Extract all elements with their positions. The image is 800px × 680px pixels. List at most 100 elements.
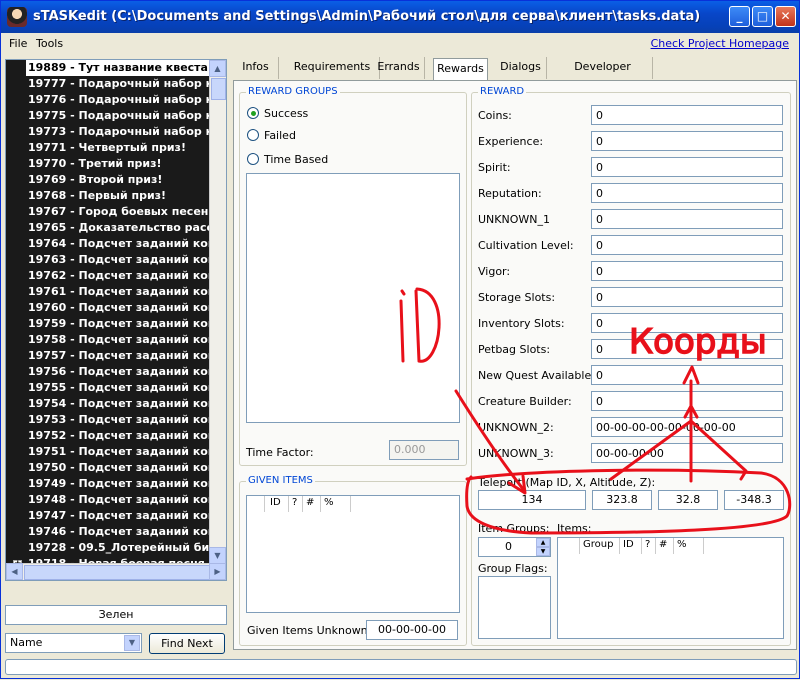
quest-list-vscroll[interactable]: ▲ ▼ xyxy=(209,60,226,564)
radio-time-based[interactable]: Time Based xyxy=(247,153,328,166)
hscroll-thumb[interactable] xyxy=(24,565,210,580)
time-factor-input[interactable]: 0.000 xyxy=(389,440,459,460)
search-input[interactable]: Зелен xyxy=(5,605,227,625)
quest-item[interactable]: 19759 - Подсчет заданий конк xyxy=(6,316,226,332)
group-flags-list[interactable] xyxy=(478,576,551,639)
quest-item[interactable]: 19747 - Подсчет заданий конк xyxy=(6,508,226,524)
quest-item[interactable]: 19752 - Подсчет заданий конк xyxy=(6,428,226,444)
reward-field-input[interactable]: 0 xyxy=(591,209,783,229)
quest-item[interactable]: 19769 - Второй приз! xyxy=(6,172,226,188)
reward-field-input[interactable]: 00-00-00-00-00-00-00-00 xyxy=(591,417,783,437)
quest-item[interactable]: 19770 - Третий приз! xyxy=(6,156,226,172)
quest-item[interactable]: 19760 - Подсчет заданий конк xyxy=(6,300,226,316)
quest-item[interactable]: 19764 - Подсчет заданий конк xyxy=(6,236,226,252)
close-button[interactable]: ✕ xyxy=(775,6,796,27)
reward-field-input[interactable]: 0 xyxy=(591,365,783,385)
reward-field-input[interactable]: 0 xyxy=(591,261,783,281)
radio-icon xyxy=(247,129,259,141)
minimize-button[interactable]: _ xyxy=(729,6,750,27)
find-next-button[interactable]: Find Next xyxy=(149,633,225,654)
quest-item[interactable]: 19765 - Доказательство расст xyxy=(6,220,226,236)
reward-field-input[interactable]: 0 xyxy=(591,287,783,307)
reward-field-input[interactable]: 0 xyxy=(591,157,783,177)
quest-item-label: 19757 - Подсчет заданий конк xyxy=(28,349,223,362)
quest-item[interactable]: 19749 - Подсчет заданий конк xyxy=(6,476,226,492)
reward-field-input[interactable]: 00-00-00-00 xyxy=(591,443,783,463)
search-mode-select[interactable]: Name ▼ xyxy=(5,633,142,653)
quest-item[interactable]: 19755 - Подсчет заданий конк xyxy=(6,380,226,396)
quest-item[interactable]: 19775 - Подарочный набор ка xyxy=(6,108,226,124)
reward-field-input[interactable]: 0 xyxy=(591,105,783,125)
items-col-header[interactable]: ID xyxy=(620,538,642,554)
teleport-z-input[interactable]: -348.3 xyxy=(724,490,784,510)
scroll-thumb[interactable] xyxy=(211,78,226,100)
items-col-header[interactable]: % xyxy=(674,538,704,554)
homepage-link[interactable]: Check Project Homepage xyxy=(651,37,789,50)
reward-field-input[interactable]: 0 xyxy=(591,235,783,255)
quest-item[interactable]: 19748 - Подсчет заданий конк xyxy=(6,492,226,508)
given-items-col-header[interactable]: ? xyxy=(289,496,303,512)
items-col-header[interactable]: ? xyxy=(642,538,656,554)
quest-item[interactable]: 19754 - Подсчет заданий конк xyxy=(6,396,226,412)
items-table[interactable]: Group ID? #% xyxy=(557,537,784,639)
reward-label: REWARD xyxy=(478,86,527,97)
quest-item[interactable]: 19728 - 09.5_Лотерейный били xyxy=(6,540,226,556)
quest-item[interactable]: 19761 - Подсчет заданий конк xyxy=(6,284,226,300)
quest-item[interactable]: 19763 - Подсчет заданий конк xyxy=(6,252,226,268)
menu-tools[interactable]: Tools xyxy=(36,37,63,50)
quest-item[interactable]: 19776 - Подарочный набор ка xyxy=(6,92,226,108)
teleport-map-id-input[interactable]: 134 xyxy=(478,490,586,510)
items-col-header[interactable]: # xyxy=(656,538,674,554)
tab-developer-section[interactable]: Developer Section xyxy=(553,57,653,93)
scroll-down-icon[interactable]: ▼ xyxy=(209,547,226,564)
scroll-right-icon[interactable]: ▶ xyxy=(209,563,226,580)
tab-rewards[interactable]: Rewards xyxy=(433,58,488,82)
quest-item[interactable]: 19771 - Четвертый приз! xyxy=(6,140,226,156)
chevron-down-icon[interactable]: ▼ xyxy=(124,635,140,651)
reward-field-input[interactable]: 0 xyxy=(591,391,783,411)
scroll-left-icon[interactable]: ◀ xyxy=(6,563,23,580)
tab-dialogs[interactable]: Dialogs xyxy=(495,57,547,79)
tab-errands[interactable]: Errands xyxy=(373,57,425,79)
reward-field-input[interactable]: 0 xyxy=(591,183,783,203)
items-col-header[interactable]: Group xyxy=(580,538,620,554)
quest-item[interactable]: 19746 - Подсчет заданий конк xyxy=(6,524,226,540)
quest-item[interactable]: 19777 - Подарочный набор ка xyxy=(6,76,226,92)
stepper-up-icon[interactable]: ▲ xyxy=(536,538,550,547)
quest-list[interactable]: 19889 - Тут название квеста 19777 - Подар… xyxy=(5,59,227,581)
quest-item[interactable]: 19889 - Тут название квеста xyxy=(26,60,226,76)
stepper-down-icon[interactable]: ▼ xyxy=(536,547,550,556)
quest-item[interactable]: 19756 - Подсчет заданий конк xyxy=(6,364,226,380)
menu-file[interactable]: File xyxy=(9,37,27,50)
quest-item[interactable]: 19768 - Первый приз! xyxy=(6,188,226,204)
scroll-up-icon[interactable]: ▲ xyxy=(209,60,226,77)
quest-list-hscroll[interactable]: ◀ ▶ xyxy=(6,563,226,580)
quest-item[interactable]: 19762 - Подсчет заданий конк xyxy=(6,268,226,284)
given-items-table[interactable]: ID? #% xyxy=(246,495,460,613)
quest-item-label: 19756 - Подсчет заданий конк xyxy=(28,365,223,378)
maximize-button[interactable]: □ xyxy=(752,6,773,27)
tab-requirements[interactable]: Requirements xyxy=(285,57,380,79)
reward-field-input[interactable]: 0 xyxy=(591,313,783,333)
quest-item[interactable]: 19758 - Подсчет заданий конк xyxy=(6,332,226,348)
teleport-altitude-input[interactable]: 32.8 xyxy=(658,490,718,510)
quest-item[interactable]: 19773 - Подарочный набор ка xyxy=(6,124,226,140)
menu-bar: File Tools Check Project Homepage xyxy=(1,33,799,53)
quest-item[interactable]: 19751 - Подсчет заданий конк xyxy=(6,444,226,460)
radio-success[interactable]: Success xyxy=(247,107,308,120)
reward-field-input[interactable]: 0 xyxy=(591,131,783,151)
quest-item[interactable]: 19753 - Подсчет заданий конк xyxy=(6,412,226,428)
given-items-col-header[interactable]: ID xyxy=(267,496,289,512)
radio-failed[interactable]: Failed xyxy=(247,129,296,142)
quest-item[interactable]: 19757 - Подсчет заданий конк xyxy=(6,348,226,364)
quest-item[interactable]: 19767 - Город боевых песен xyxy=(6,204,226,220)
reward-group-list[interactable] xyxy=(246,173,460,423)
title-bar[interactable]: sTASKedit (C:\Documents and Settings\Adm… xyxy=(1,1,799,33)
given-items-unknown-input[interactable]: 00-00-00-00 xyxy=(366,620,458,640)
reward-field-input[interactable]: 0 xyxy=(591,339,783,359)
tab-infos[interactable]: Infos xyxy=(233,57,279,79)
quest-item[interactable]: 19750 - Подсчет заданий конк xyxy=(6,460,226,476)
given-items-col-header[interactable]: % xyxy=(321,496,351,512)
teleport-x-input[interactable]: 323.8 xyxy=(592,490,652,510)
given-items-col-header[interactable]: # xyxy=(303,496,321,512)
